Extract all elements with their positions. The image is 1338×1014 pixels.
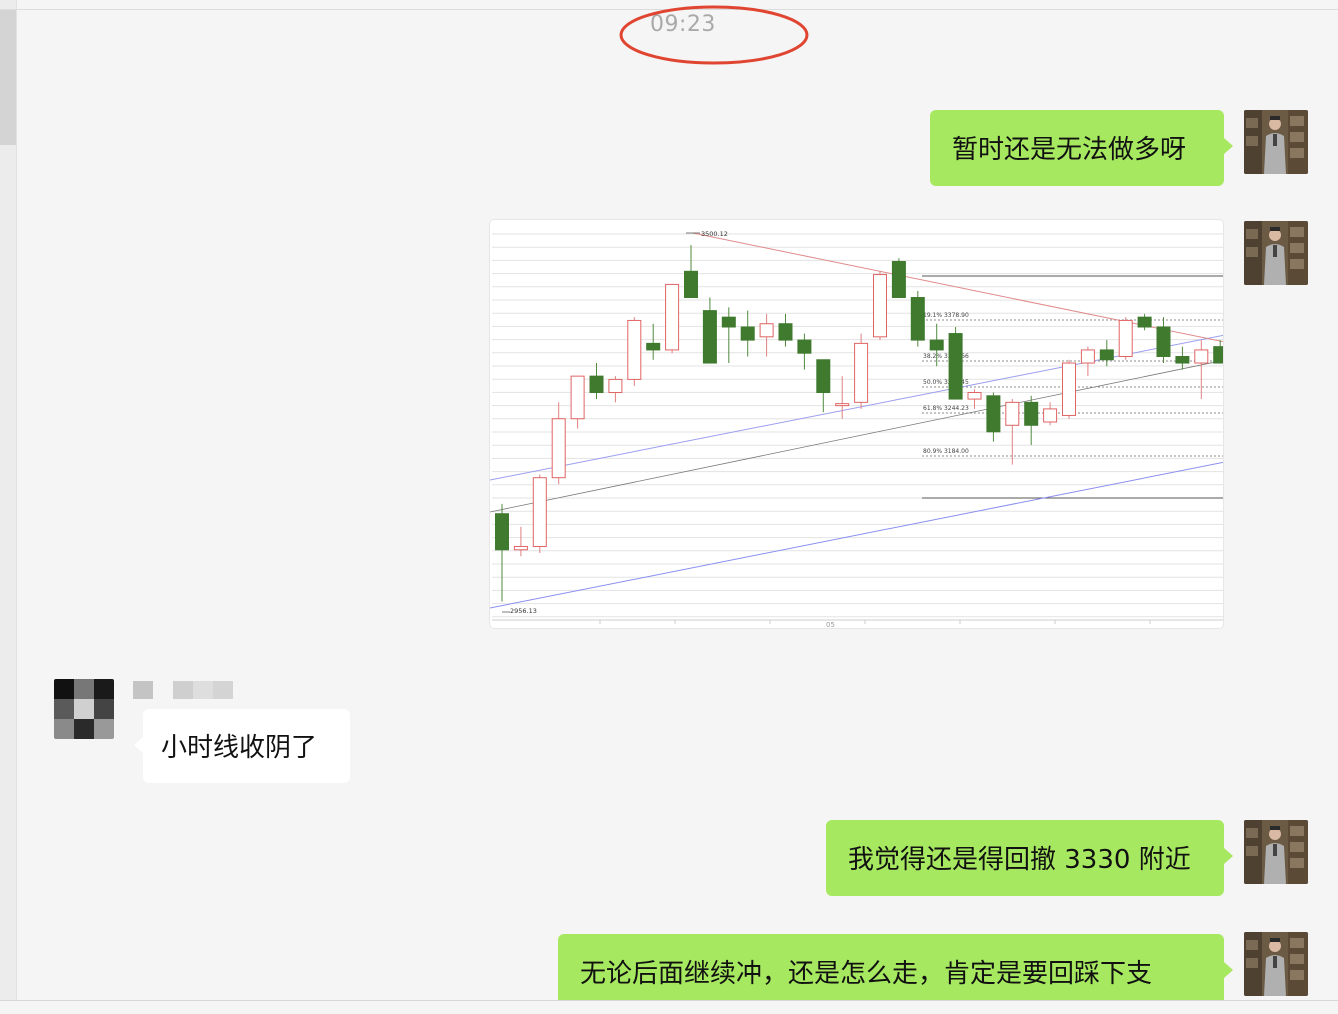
bullish-candle	[873, 274, 887, 338]
bullish-candle	[532, 477, 547, 547]
bullish-candle	[967, 392, 982, 400]
avatar-image	[1244, 221, 1308, 285]
bullish-candle	[854, 342, 869, 403]
bearish-candle	[1175, 355, 1190, 364]
message-bubble-outgoing[interactable]: 无论后面继续冲，还是怎么走，肯定是要回踩下支	[558, 934, 1233, 1000]
message-text: 暂时还是无法做多呀	[952, 134, 1187, 165]
bubble-tail	[1224, 962, 1233, 978]
message-text: 无论后面继续冲，还是怎么走，肯定是要回踩下支	[580, 958, 1153, 989]
bearish-candle	[1024, 401, 1039, 426]
bearish-candle	[740, 326, 755, 341]
bullish-candle	[835, 403, 850, 407]
bearish-candle	[891, 260, 906, 299]
low-label: 2956.13	[510, 607, 537, 615]
pixelated-avatar-image	[54, 679, 114, 739]
bullish-candle	[551, 418, 566, 479]
message-bubble-incoming[interactable]: 小时线收阴了	[134, 709, 350, 783]
avatar-image	[1244, 820, 1308, 884]
bubble-tail	[1224, 848, 1233, 864]
bearish-candle	[721, 316, 736, 328]
bearish-candle	[1156, 326, 1171, 357]
bullish-candle	[627, 319, 642, 380]
input-area-edge	[0, 1001, 1338, 1014]
bearish-candle	[778, 323, 793, 341]
user-avatar[interactable]	[1244, 221, 1308, 285]
candlestick-chart: 0519.1% 3378.9038.2% 3318.6650.0% 3281.4…	[490, 230, 1223, 629]
bullish-candle	[1062, 362, 1076, 416]
avatar-image	[1244, 932, 1308, 996]
contact-avatar-pixelated[interactable]	[54, 679, 114, 739]
bearish-candle	[589, 375, 604, 394]
bullish-candle	[665, 283, 680, 351]
scrollbar-thumb[interactable]	[0, 10, 16, 145]
bubble-tail	[134, 737, 143, 753]
bullish-candle	[759, 323, 774, 338]
bullish-candle	[513, 545, 528, 551]
bubble-tail	[1224, 138, 1233, 154]
bearish-candle	[1099, 349, 1114, 361]
bearish-candle	[646, 342, 661, 351]
bearish-candle	[986, 395, 1001, 433]
bearish-candle	[948, 333, 963, 400]
bearish-candle	[797, 339, 812, 354]
chart-image-message[interactable]: 05 19.1% 3378.90 38.2% 3318.66 50.0% 3281.4…	[489, 219, 1224, 629]
fib-level-label: 19.1% 3378.90	[923, 312, 969, 319]
message-bubble-outgoing[interactable]: 我觉得还是得回撤 3330 附近	[826, 820, 1233, 896]
bullish-candle	[570, 375, 585, 420]
contact-name-redacted	[173, 681, 193, 699]
red-circle-annotation	[619, 5, 809, 65]
bullish-candle	[1118, 319, 1133, 357]
lower-trendline	[490, 461, 1223, 609]
bearish-candle	[684, 270, 698, 299]
bearish-candle	[929, 339, 944, 351]
high-label: 3500.12	[701, 230, 728, 238]
message-text: 小时线收阴了	[161, 732, 318, 763]
bearish-candle	[1137, 316, 1152, 328]
fib-level-label: 61.8% 3244.23	[923, 405, 969, 412]
bearish-candle	[495, 513, 509, 551]
bearish-candle	[816, 359, 831, 394]
contact-name-redacted	[193, 681, 213, 699]
fib-level-label: 80.9% 3184.00	[923, 448, 969, 455]
left-panel-strip	[0, 0, 17, 1014]
user-avatar[interactable]	[1244, 110, 1308, 174]
bearish-candle	[702, 310, 717, 364]
bullish-candle	[608, 378, 623, 394]
x-tick-label: 05	[826, 621, 835, 629]
user-avatar[interactable]	[1244, 932, 1308, 996]
avatar-image	[1244, 110, 1308, 174]
bearish-candle	[910, 297, 925, 341]
contact-name-redacted	[213, 681, 233, 699]
contact-name-redacted	[133, 681, 153, 699]
bullish-candle	[1005, 401, 1020, 426]
message-text: 我觉得还是得回撤 3330 附近	[848, 844, 1191, 875]
bullish-candle	[1043, 408, 1058, 423]
bullish-candle	[1194, 349, 1209, 364]
bearish-candle	[1213, 346, 1223, 364]
user-avatar[interactable]	[1244, 820, 1308, 884]
bullish-candle	[1080, 349, 1095, 364]
message-bubble-outgoing[interactable]: 暂时还是无法做多呀	[930, 110, 1233, 186]
